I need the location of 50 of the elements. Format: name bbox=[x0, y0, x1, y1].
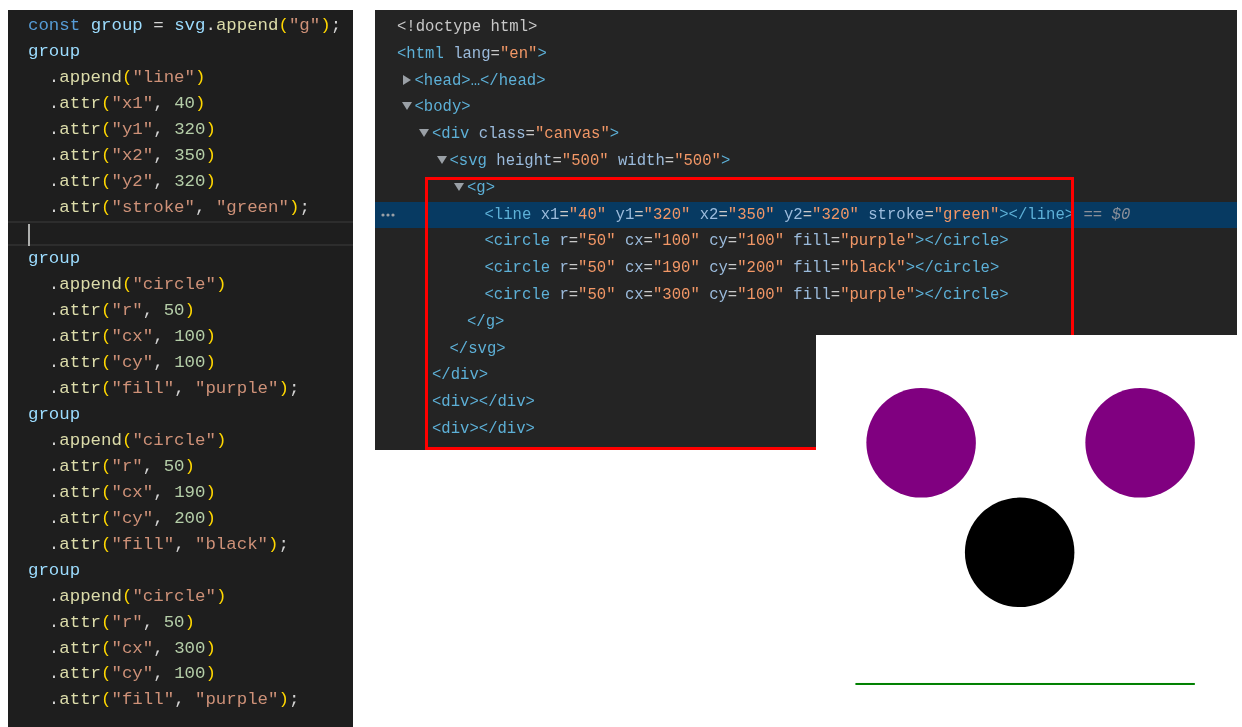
code-line: .append("circle") bbox=[47, 586, 227, 606]
text-cursor bbox=[28, 223, 30, 246]
dom-node-text[interactable]: <head>…</head> bbox=[414, 67, 546, 95]
expanded-triangle-icon[interactable] bbox=[401, 101, 412, 112]
dom-node-text[interactable]: <html lang="en"> bbox=[397, 40, 547, 68]
dom-node-text[interactable]: </svg> bbox=[449, 335, 506, 363]
code-line: .attr("fill", "black"); bbox=[47, 534, 289, 554]
more-icon[interactable] bbox=[381, 212, 395, 217]
dom-node-text[interactable]: <line x1="40" y1="320" x2="350" y2="320" stroke="green"></line> == $0 bbox=[484, 201, 1131, 229]
code-line: group bbox=[28, 41, 81, 61]
code-line: group bbox=[28, 560, 81, 580]
code-line: group bbox=[28, 405, 81, 425]
dom-node-text[interactable]: <circle r="50" cx="300" cy="100" fill="purple"></circle> bbox=[484, 281, 1009, 309]
selected-row[interactable]: <line x1="40" y1="320" x2="350" y2="320" stroke="green"></line> == $0 bbox=[375, 201, 1237, 229]
dom-node-text[interactable]: <body> bbox=[414, 94, 471, 122]
code-line: .append("line") bbox=[47, 67, 206, 87]
dom-node-text[interactable]: </div> bbox=[432, 362, 489, 390]
code-line: .attr("x2", 350) bbox=[47, 145, 216, 165]
expanded-triangle-icon[interactable] bbox=[436, 155, 447, 165]
dom-node-text[interactable]: <div></div> bbox=[432, 415, 535, 443]
code-line: .attr("x1", 40) bbox=[47, 93, 206, 113]
dom-node-text[interactable]: <div></div> bbox=[432, 389, 535, 416]
expanded-triangle-icon[interactable] bbox=[419, 128, 429, 139]
code-line: .attr("r", 50) bbox=[47, 456, 195, 476]
code-line: .attr("r", 50) bbox=[47, 301, 195, 321]
code-line: group bbox=[28, 249, 81, 269]
code-line: .attr("cy", 100) bbox=[47, 664, 216, 684]
code-line: .attr("cx", 100) bbox=[47, 327, 216, 347]
dom-node-text[interactable]: <circle r="50" cx="100" cy="100" fill="purple"></circle> bbox=[484, 228, 1009, 256]
code-line: .attr("cy", 200) bbox=[47, 508, 216, 528]
code-line: .attr("cy", 100) bbox=[47, 353, 216, 373]
expanded-triangle-icon[interactable] bbox=[454, 181, 464, 192]
code-line: .append("circle") bbox=[47, 275, 227, 295]
code-line: .append("circle") bbox=[47, 431, 227, 450]
dom-node-text[interactable]: <!doctype html> bbox=[397, 14, 538, 41]
dom-node-text[interactable]: <g> bbox=[467, 174, 496, 202]
code-line: .attr("y1", 320) bbox=[47, 119, 216, 139]
dom-node-text[interactable]: </g> bbox=[467, 308, 505, 336]
code-line: const group = svg.append("g"); bbox=[28, 16, 342, 35]
dom-node-text[interactable]: <div class="canvas"> bbox=[432, 121, 620, 148]
code-line: .attr("cx", 190) bbox=[47, 482, 216, 502]
code-line: .attr("cx", 300) bbox=[47, 638, 216, 658]
code-line: .attr("fill", "purple"); bbox=[47, 379, 300, 399]
dom-node-text[interactable]: <svg height="500" width="500"> bbox=[449, 148, 731, 175]
code-line: .attr("stroke", "green"); bbox=[47, 197, 310, 217]
collapsed-triangle-icon[interactable] bbox=[401, 74, 412, 85]
dom-node-text[interactable]: <circle r="50" cx="190" cy="200" fill="black"></circle> bbox=[484, 255, 1000, 282]
code-line: .attr("y2", 320) bbox=[47, 171, 216, 191]
code-line: .attr("fill", "purple"); bbox=[47, 690, 300, 710]
code-line: .attr("r", 50) bbox=[47, 612, 195, 632]
